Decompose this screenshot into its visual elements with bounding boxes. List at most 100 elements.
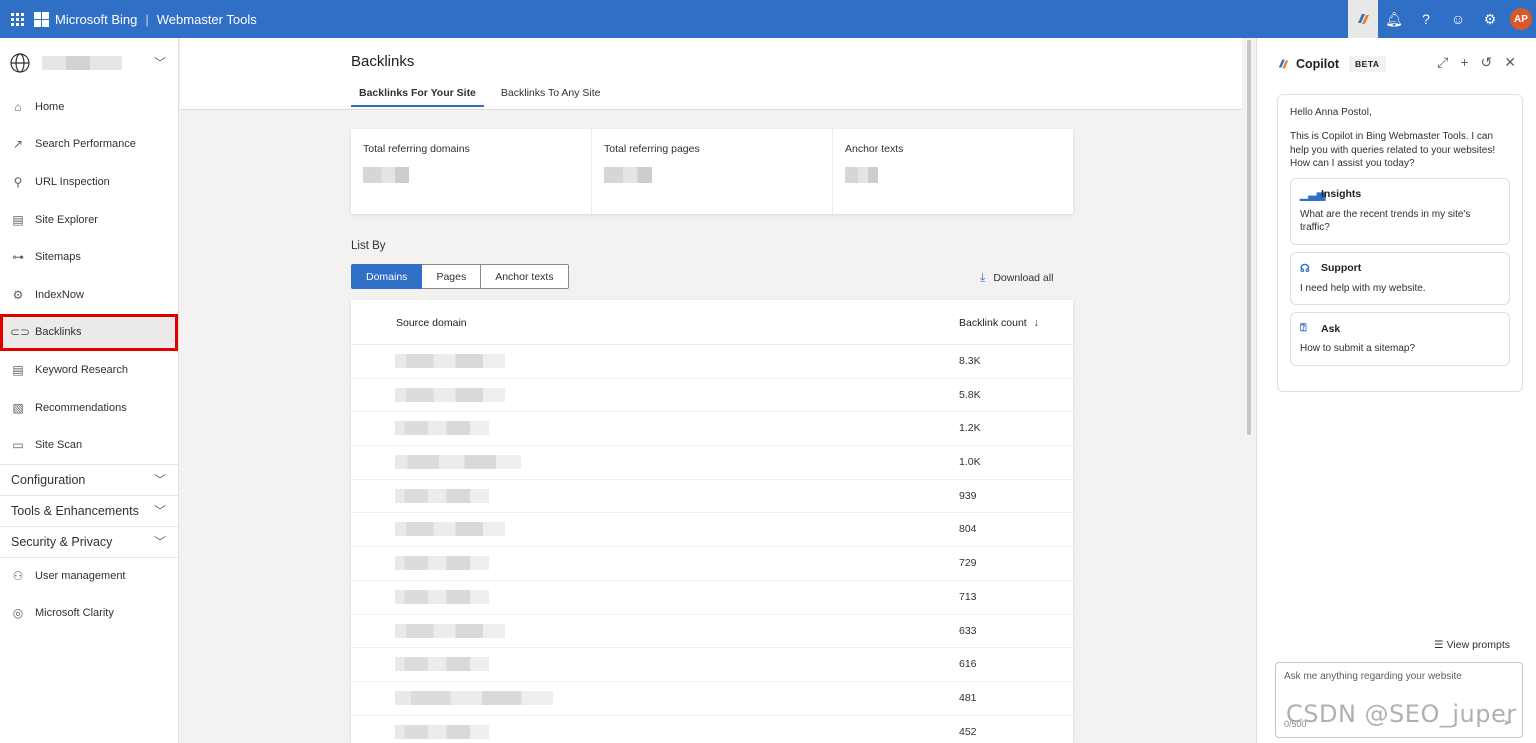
suggestion-title: Insights [1321,188,1362,200]
suggestion-text: I need help with my website. [1300,282,1426,294]
column-header-source-domain[interactable]: Source domain [396,317,467,329]
sidebar-group-label: Security & Privacy [11,534,113,549]
sidebar-item-label: Site Scan [35,439,83,452]
sidebar-item-microsoft-clarity[interactable]: ◎ Microsoft Clarity [0,595,178,633]
sidebar-item-indexnow[interactable]: ⚙ IndexNow [0,276,178,314]
source-domain-redacted[interactable] [395,657,489,672]
sidebar-item-label: Site Explorer [35,213,98,226]
stat-value-redacted [604,167,652,183]
gear-icon[interactable]: ⚙ [1474,0,1506,38]
new-chat-icon[interactable]: + [1460,54,1468,71]
sidebar-item-keyword-research[interactable]: ▤ Keyword Research [0,351,178,389]
list-by-domains-button[interactable]: Domains [351,264,423,289]
backlink-count: 481 [959,691,977,704]
product-name[interactable]: Webmaster Tools [157,12,257,27]
sidebar-item-recommendations[interactable]: ▧ Recommendations [0,389,178,427]
download-label: Download all [993,271,1054,284]
sidebar-item-sitemaps[interactable]: ⊶ Sitemaps [0,238,178,276]
page-title: Backlinks [351,53,415,70]
tab-backlinks-to-any-site[interactable]: Backlinks To Any Site [493,87,609,107]
chevron-down-icon: ﹀ [153,504,166,519]
sidebar-item-user-management[interactable]: ⚇ User management [0,556,178,595]
source-domain-redacted[interactable] [395,556,489,571]
sidebar-item-label: IndexNow [35,288,84,301]
source-domain-redacted[interactable] [395,421,489,436]
sidebar-item-url-inspection[interactable]: ⚲ URL Inspection [0,163,178,201]
sidebar-group-security-privacy[interactable]: Security & Privacy ﹀ [0,525,178,557]
help-icon[interactable]: ? [1410,0,1442,38]
table-row[interactable]: 616 [351,648,1073,682]
site-selector[interactable]: ﹀ [0,38,178,88]
brand-name[interactable]: Microsoft Bing [55,12,137,27]
history-icon[interactable]: ↺ [1481,54,1493,71]
table-row[interactable]: 1.0K [351,446,1073,480]
checklist-icon: ▧ [12,400,24,415]
source-domain-redacted[interactable] [395,455,521,470]
copilot-icon[interactable] [1348,0,1378,38]
source-domain-redacted[interactable] [395,488,489,503]
sitemap-icon: ⊶ [12,250,24,265]
character-counter: 0/500 [1284,719,1307,729]
list-by-anchor-texts-button[interactable]: Anchor texts [481,264,569,289]
source-domain-redacted[interactable] [395,724,489,739]
download-all-button[interactable]: ⤓ Download all [980,270,1053,285]
table-row[interactable]: 804 [351,513,1073,548]
sidebar-item-home[interactable]: ⌂ Home [0,88,178,126]
sidebar-group-tools-enhancements[interactable]: Tools & Enhancements ﹀ [0,494,178,526]
backlink-count: 804 [959,523,977,536]
table-row[interactable]: 5.8K [351,379,1073,413]
sidebar-item-site-scan[interactable]: ▭ Site Scan [0,426,178,464]
suggestion-ask[interactable]: ⍰ Ask How to submit a sitemap? [1290,312,1510,366]
feedback-icon[interactable]: ☺ [1442,0,1474,38]
sidebar-group-configuration[interactable]: Configuration ﹀ [0,463,178,495]
send-icon[interactable]: ➢ [1503,716,1512,729]
sidebar-item-label: Search Performance [35,138,136,151]
suggestion-support[interactable]: ☊ Support I need help with my website. [1290,251,1510,305]
main-scrollbar[interactable] [1247,40,1251,435]
copilot-input-placeholder: Ask me anything regarding your website [1284,671,1462,682]
source-domain-redacted[interactable] [395,522,505,537]
table-row[interactable]: 729 [351,547,1073,581]
list-icon: ☰ [1434,639,1444,651]
table-row[interactable]: 1.2K [351,412,1073,447]
table-row[interactable]: 8.3K [351,345,1073,379]
sidebar-item-search-performance[interactable]: ↗ Search Performance [0,126,178,164]
sidebar-group-label: Configuration [11,472,86,487]
stat-label: Anchor texts [845,143,904,155]
suggestion-insights[interactable]: ▁▃▅ Insights What are the recent trends i… [1290,177,1510,245]
globe-icon [10,53,30,73]
table-row[interactable]: 939 [351,480,1073,514]
source-domain-redacted[interactable] [395,690,553,705]
source-domain-redacted[interactable] [395,623,505,638]
search-icon: ⚲ [13,174,23,189]
view-prompts-button[interactable]: ☰ View prompts [1434,639,1510,651]
column-header-backlink-count[interactable]: Backlink count ↓ [959,317,1039,329]
close-icon[interactable]: ✕ [1504,54,1516,71]
table-row[interactable]: 713 [351,581,1073,615]
stat-value-redacted [845,167,878,183]
copilot-title: Copilot [1296,57,1340,71]
expand-icon[interactable]: ⤢ [1437,54,1448,71]
tab-backlinks-for-your-site[interactable]: Backlinks For Your Site [351,87,484,107]
app-launcher-icon[interactable] [0,0,34,38]
table-row[interactable]: 633 [351,615,1073,649]
source-domain-redacted[interactable] [395,354,505,368]
source-domain-redacted[interactable] [395,387,505,402]
table-row[interactable]: 481 [351,682,1073,716]
table-row[interactable]: 452 [351,716,1073,743]
home-icon: ⌂ [14,99,22,114]
suggestion-text: What are the recent trends in my site's … [1300,208,1471,234]
source-domain-redacted[interactable] [395,589,489,604]
list-by-pages-button[interactable]: Pages [422,264,482,289]
copilot-input[interactable]: Ask me anything regarding your website 0… [1275,662,1523,738]
link-icon: ⊂⊃ [10,325,31,340]
sidebar-item-label: Keyword Research [35,363,128,376]
backlink-count: 1.2K [959,422,981,435]
question-icon: ⍰ [1300,322,1307,334]
bell-icon[interactable]: 🔔︎ [1378,0,1410,38]
sidebar-item-backlinks[interactable]: ⊂⊃ Backlinks [0,313,178,352]
column-header-label: Backlink count [959,317,1027,329]
sidebar-item-site-explorer[interactable]: ▤ Site Explorer [0,201,178,239]
copilot-intro: This is Copilot in Bing Webmaster Tools.… [1290,131,1496,169]
avatar[interactable]: AP [1510,8,1532,30]
